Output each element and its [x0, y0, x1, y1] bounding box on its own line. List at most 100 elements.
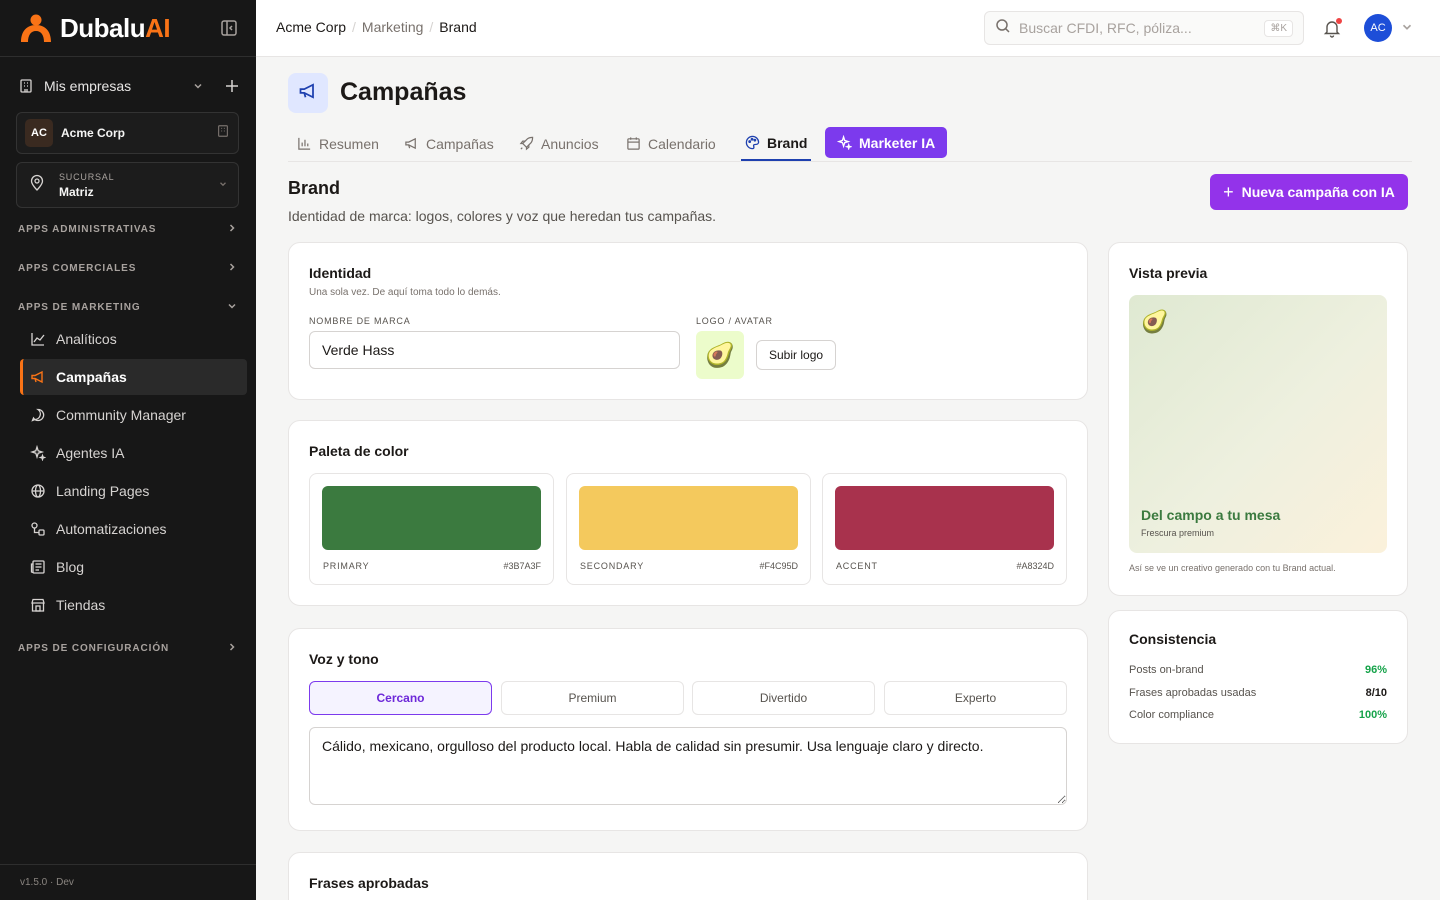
- stat-value: 96%: [1364, 664, 1387, 676]
- brand-name-input[interactable]: [309, 331, 680, 369]
- company-avatar: AC: [25, 119, 53, 147]
- swatch-hex: #3B7A3F: [503, 561, 541, 571]
- chevron-right-icon: [226, 641, 238, 656]
- dubalu-logo-icon: [18, 13, 54, 43]
- chevron-down-icon[interactable]: [190, 78, 206, 94]
- mis-empresas-label: Mis empresas: [44, 78, 132, 94]
- tab-campanas[interactable]: Campañas: [404, 126, 494, 161]
- branch-selector[interactable]: SUCURSAL Matriz: [16, 162, 239, 208]
- sidebar-item-automatizaciones[interactable]: Automatizaciones: [20, 511, 247, 547]
- mis-empresas-row[interactable]: Mis empresas: [18, 74, 240, 98]
- chevron-down-icon: [218, 176, 228, 194]
- sidebar-divider: [0, 56, 256, 57]
- stat-row: Color compliance 100%: [1129, 709, 1387, 721]
- chevron-down-icon[interactable]: [1400, 20, 1414, 34]
- megaphone-icon: [30, 369, 46, 385]
- consistency-card: Consistencia Posts on-brand 96% Frases a…: [1108, 610, 1408, 744]
- add-company-icon[interactable]: [224, 78, 240, 94]
- tab-marketer-ia[interactable]: Marketer IA: [825, 127, 948, 158]
- search-shortcut: ⌘K: [1264, 19, 1293, 37]
- tab-label: Brand: [767, 134, 808, 151]
- brand-logo[interactable]: DubaluAI: [18, 12, 238, 44]
- section-apps-configuracion[interactable]: APPS DE CONFIGURACIÓN: [18, 640, 238, 656]
- breadcrumb-item[interactable]: Marketing: [362, 19, 423, 35]
- location-pin-icon: [27, 173, 47, 198]
- rocket-icon: [519, 136, 534, 151]
- section-apps-marketing[interactable]: APPS DE MARKETING: [18, 299, 238, 315]
- stat-label: Color compliance: [1129, 709, 1214, 721]
- user-avatar[interactable]: AC: [1364, 14, 1392, 42]
- sidebar-item-label: Campañas: [56, 369, 127, 385]
- search-input[interactable]: [1019, 20, 1265, 36]
- sidebar-item-label: Blog: [56, 559, 85, 575]
- section-apps-administrativas[interactable]: APPS ADMINISTRATIVAS: [18, 221, 238, 237]
- section-title: Brand: [288, 178, 341, 198]
- collapse-sidebar-icon[interactable]: [220, 19, 238, 37]
- tone-option-cercano[interactable]: Cercano: [309, 681, 492, 715]
- sidebar-item-landing-pages[interactable]: Landing Pages: [20, 473, 247, 509]
- breadcrumb-item[interactable]: Acme Corp: [276, 19, 346, 35]
- chevron-right-icon: [226, 261, 238, 276]
- tab-brand[interactable]: Brand: [741, 126, 812, 161]
- chevron-right-icon: [226, 222, 238, 237]
- building-icon: [216, 124, 230, 143]
- swatch-secondary[interactable]: SECONDARY #F4C95D: [566, 473, 811, 585]
- color-swatch[interactable]: [322, 486, 541, 550]
- sidebar-item-analiticos[interactable]: Analíticos: [20, 321, 247, 357]
- tone-option-premium[interactable]: Premium: [501, 681, 684, 715]
- company-selector[interactable]: AC Acme Corp: [16, 112, 239, 154]
- branch-name: Matriz: [59, 184, 94, 199]
- brand-name-label: NOMBRE DE MARCA: [309, 316, 411, 326]
- sidebar-item-label: Analíticos: [56, 331, 117, 347]
- branch-label: SUCURSAL: [59, 171, 115, 182]
- upload-logo-button[interactable]: Subir logo: [756, 340, 837, 370]
- global-search[interactable]: ⌘K: [984, 11, 1304, 45]
- notifications-button[interactable]: [1322, 18, 1342, 38]
- page-icon: [288, 73, 328, 113]
- sidebar-item-blog[interactable]: Blog: [20, 549, 247, 585]
- tab-calendario[interactable]: Calendario: [626, 126, 716, 161]
- sidebar-item-agentes-ia[interactable]: Agentes IA: [20, 435, 247, 471]
- stat-row: Frases aprobadas usadas 8/10: [1129, 687, 1387, 699]
- color-swatch[interactable]: [579, 486, 798, 550]
- card-title: Identidad: [309, 265, 372, 281]
- preview-headline: Del campo a tu mesa: [1141, 507, 1281, 523]
- breadcrumb-current: Brand: [439, 19, 477, 35]
- page-tabs: Resumen Campañas Anuncios Calendario Bra…: [288, 126, 1412, 162]
- swatch-primary[interactable]: PRIMARY #3B7A3F: [309, 473, 554, 585]
- calendar-icon: [626, 136, 641, 151]
- swatch-accent[interactable]: ACCENT #A8324D: [822, 473, 1067, 585]
- bar-chart-icon: [297, 136, 312, 151]
- swatch-name: PRIMARY: [323, 561, 370, 571]
- color-swatch[interactable]: [835, 486, 1054, 550]
- card-title: Consistencia: [1129, 631, 1217, 647]
- palette-card: Paleta de color PRIMARY #3B7A3F SECONDAR…: [288, 420, 1088, 606]
- tone-option-divertido[interactable]: Divertido: [692, 681, 875, 715]
- creative-preview: 🥑 Del campo a tu mesa Frescura premium: [1129, 295, 1387, 553]
- stat-label: Frases aprobadas usadas: [1129, 687, 1257, 699]
- bell-icon: [1322, 21, 1342, 42]
- voice-description-textarea[interactable]: Cálido, mexicano, orgulloso del producto…: [309, 727, 1067, 805]
- section-label: APPS ADMINISTRATIVAS: [18, 223, 157, 235]
- new-ai-campaign-button[interactable]: + Nueva campaña con IA: [1210, 174, 1408, 210]
- swatch-name: ACCENT: [836, 561, 878, 571]
- sidebar-item-tiendas[interactable]: Tiendas: [20, 587, 247, 623]
- tab-label: Marketer IA: [859, 134, 936, 151]
- tab-anuncios[interactable]: Anuncios: [519, 126, 599, 161]
- megaphone-icon: [404, 136, 419, 151]
- identity-card: Identidad Una sola vez. De aquí toma tod…: [288, 242, 1088, 400]
- tab-resumen[interactable]: Resumen: [297, 126, 379, 161]
- sidebar-item-campanas[interactable]: Campañas: [20, 359, 247, 395]
- newspaper-icon: [30, 559, 46, 575]
- sidebar-item-label: Community Manager: [56, 407, 186, 423]
- avocado-logo-icon: 🥑: [696, 331, 744, 379]
- tab-label: Anuncios: [541, 135, 599, 152]
- brand-name: DubaluAI: [60, 12, 171, 43]
- voice-tone-card: Voz y tono Cercano Premium Divertido Exp…: [288, 628, 1088, 831]
- topbar: Acme Corp / Marketing / Brand ⌘K AC: [256, 0, 1440, 57]
- button-label: Nueva campaña con IA: [1241, 184, 1395, 200]
- sparkles-icon: [30, 445, 46, 461]
- tone-option-experto[interactable]: Experto: [884, 681, 1067, 715]
- section-apps-comerciales[interactable]: APPS COMERCIALES: [18, 260, 238, 276]
- sidebar-item-community-manager[interactable]: Community Manager: [20, 397, 247, 433]
